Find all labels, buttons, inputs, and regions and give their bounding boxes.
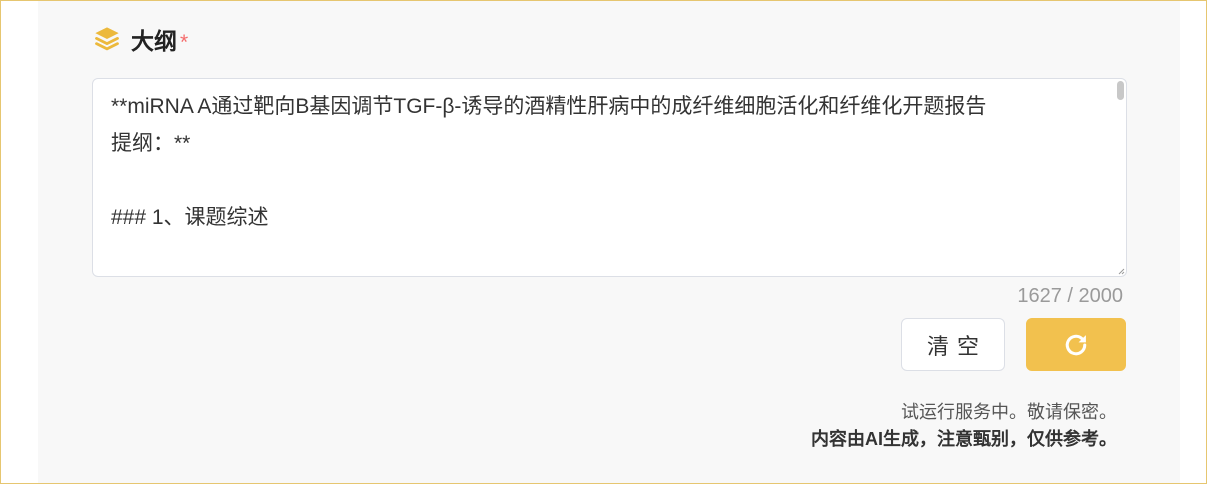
refresh-icon	[1065, 334, 1087, 355]
outline-text: **miRNA A通过靶向B基因调节TGF-β-诱导的酒精性肝病中的成纤维细胞活…	[111, 88, 1102, 236]
layers-icon	[93, 25, 121, 53]
outline-line: 提纲：**	[111, 132, 191, 155]
scrollbar-thumb[interactable]	[1117, 81, 1124, 100]
trial-notice: 试运行服务中。敬请保密。	[901, 402, 1117, 422]
character-counter: 1627 / 2000	[1017, 285, 1123, 307]
outline-textarea[interactable]: **miRNA A通过靶向B基因调节TGF-β-诱导的酒精性肝病中的成纤维细胞活…	[92, 78, 1127, 277]
section-title-text: 大纲	[131, 28, 177, 54]
required-mark: *	[180, 31, 189, 54]
outline-line: ### 1、课题综述	[111, 206, 269, 229]
ai-disclaimer: 内容由AI生成，注意甄别，仅供参考。	[811, 429, 1117, 449]
clear-button-label: 清空	[926, 333, 987, 359]
clear-button[interactable]: 清空	[901, 318, 1005, 371]
section-title: 大纲 *	[131, 26, 188, 58]
outline-line: **miRNA A通过靶向B基因调节TGF-β-诱导的酒精性肝病中的成纤维细胞活…	[111, 95, 987, 118]
refresh-button[interactable]	[1026, 318, 1126, 371]
outline-line	[111, 162, 1102, 199]
resize-handle-icon[interactable]	[1117, 267, 1125, 275]
outline-form-frame: 大纲 * **miRNA A通过靶向B基因调节TGF-β-诱导的酒精性肝病中的成纤…	[0, 0, 1207, 484]
